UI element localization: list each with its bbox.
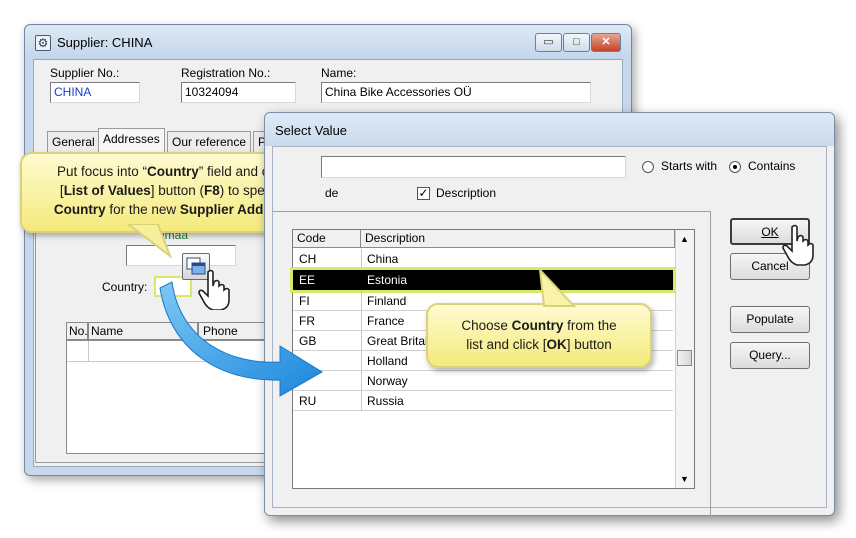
maximize-button[interactable]: □ <box>563 33 590 52</box>
code-check-label: de <box>325 186 339 200</box>
separator <box>273 211 710 212</box>
list-scrollbar[interactable]: ▲ ▼ <box>675 230 694 488</box>
callout-choose-line-1: Choose Country from the <box>461 318 617 333</box>
app-icon: ⚙ <box>35 35 51 51</box>
description-check-label: Description <box>436 186 497 200</box>
starts-with-radio[interactable] <box>642 161 654 173</box>
select-value-title: Select Value <box>275 123 348 138</box>
list-item[interactable]: Norway <box>293 371 673 391</box>
grid-header-no: No. <box>66 322 88 340</box>
supplier-no-field[interactable]: CHINA <box>50 82 140 103</box>
callout-choose-line-2: list and click [OK] button <box>466 337 612 352</box>
select-value-titlebar[interactable]: Select Value <box>265 113 834 146</box>
name-field[interactable]: China Bike Accessories OÜ <box>321 82 591 103</box>
registration-no-label: Registration No.: <box>181 66 271 80</box>
scroll-down-icon[interactable]: ▼ <box>680 474 689 484</box>
list-item-selected[interactable]: EE Estonia <box>290 267 676 293</box>
scroll-up-icon[interactable]: ▲ <box>680 234 689 244</box>
grid-col-line <box>88 341 89 361</box>
separator-vertical <box>710 211 711 517</box>
tab-general[interactable]: General <box>47 131 100 153</box>
close-button[interactable]: ✕ <box>591 33 621 52</box>
tab-our-reference[interactable]: Our reference <box>167 131 252 153</box>
contains-radio[interactable] <box>729 161 741 173</box>
col-header-code[interactable]: Code <box>293 230 361 248</box>
ok-hand-cursor-icon <box>782 224 814 266</box>
supplier-no-label: Supplier No.: <box>50 66 120 80</box>
callout-choose-pointer <box>538 268 577 307</box>
minimize-button[interactable]: ▭ <box>535 33 562 52</box>
supplier-titlebar[interactable]: ⚙ Supplier: CHINA ▭ □ ✕ <box>25 25 631 59</box>
supplier-window-title: Supplier: CHINA <box>57 35 153 50</box>
scroll-thumb[interactable] <box>677 350 692 366</box>
list-item[interactable]: CH China <box>293 249 673 269</box>
callout-choose-country: Choose Country from the list and click [… <box>426 303 652 368</box>
search-input[interactable] <box>321 156 626 178</box>
blue-arrow-icon <box>159 281 323 397</box>
registration-no-field[interactable]: 10324094 <box>181 82 296 103</box>
tab-addresses[interactable]: Addresses <box>98 128 165 154</box>
name-label: Name: <box>321 66 357 80</box>
contains-label: Contains <box>748 159 796 173</box>
starts-with-label: Starts with <box>661 159 718 173</box>
col-header-description[interactable]: Description <box>361 230 675 248</box>
callout-focus-pointer <box>126 224 173 259</box>
populate-button[interactable]: Populate <box>730 306 810 333</box>
country-label: Country: <box>102 280 148 294</box>
list-item[interactable]: RU Russia <box>293 391 673 411</box>
query-button[interactable]: Query... <box>730 342 810 369</box>
description-checkbox[interactable]: ✓ <box>417 187 430 200</box>
